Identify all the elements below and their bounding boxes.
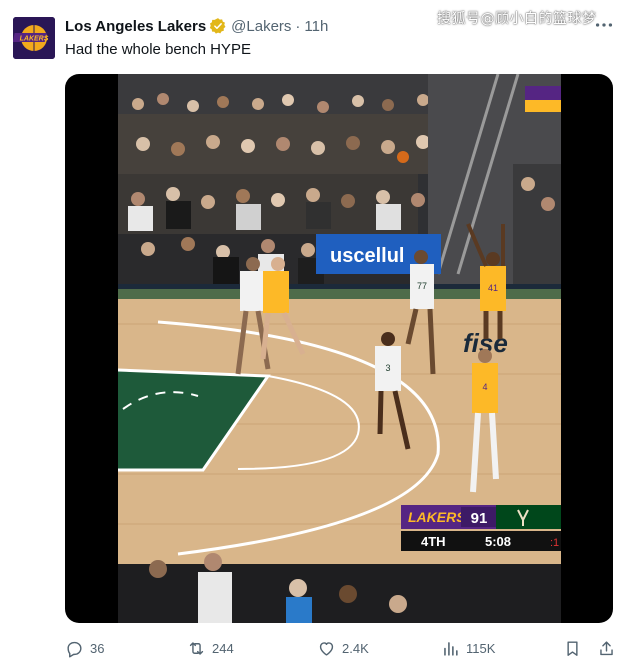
game-footage: uscellul fise 77 41 3 4 LAKERS 91 4TH 5:… [118, 74, 561, 623]
lakers-avatar[interactable]: LAKERS [13, 17, 55, 59]
tweet-header: Los Angeles Lakers @Lakers · 11h [65, 16, 328, 36]
scorebug-home-team: LAKERS [408, 509, 466, 525]
heart-icon [319, 641, 334, 656]
scorebug-quarter: 4TH [421, 534, 446, 549]
verified-badge-icon [209, 18, 226, 34]
separator-dot: · [295, 17, 301, 35]
corner-bug-purple [525, 86, 561, 100]
view-count: 115K [466, 640, 496, 656]
reply-icon [67, 641, 82, 657]
like-count: 2.4K [342, 640, 369, 656]
author-name[interactable]: Los Angeles Lakers [65, 18, 206, 35]
svg-text:3: 3 [385, 363, 390, 373]
author-handle[interactable]: @Lakers [231, 18, 291, 35]
sohu-watermark: 搜狐号@顾小白的篮球梦 [437, 11, 597, 27]
video-player[interactable]: uscellul fise 77 41 3 4 LAKERS 91 4TH 5:… [65, 74, 613, 623]
reply-button[interactable]: 36 [65, 636, 104, 660]
scorebug-shot-clock: :1 [550, 537, 559, 549]
scorebug-home-score: 91 [471, 510, 488, 527]
scorebug: LAKERS 91 4TH 5:08 :1 [401, 505, 561, 551]
views-button[interactable]: 115K [441, 636, 495, 660]
bookmark-button[interactable] [563, 636, 588, 660]
retweet-button[interactable]: 244 [187, 636, 234, 660]
video-frame[interactable]: uscellul fise 77 41 3 4 LAKERS 91 4TH 5:… [118, 74, 561, 623]
tweet-text: Had the whole bench HYPE [65, 41, 251, 58]
svg-text:41: 41 [488, 283, 498, 293]
svg-text:4: 4 [482, 382, 487, 392]
share-button[interactable] [597, 636, 620, 660]
bookmark-icon [567, 640, 578, 656]
corner-bug-gold [525, 100, 561, 112]
arena-sign-text: uscellul [330, 245, 404, 267]
retweet-icon [189, 641, 204, 655]
tweet-actions: 36 244 2.4K 115K [65, 636, 615, 660]
svg-text:LAKERS: LAKERS [20, 36, 49, 43]
reply-count: 36 [90, 640, 105, 656]
basketball [397, 151, 409, 163]
scorebug-clock: 5:08 [485, 534, 511, 549]
share-icon [600, 640, 613, 655]
lakers-logo-icon: LAKERS [13, 17, 55, 59]
like-button[interactable]: 2.4K [317, 636, 369, 660]
tweet[interactable]: LAKERS Los Angeles Lakers @Lakers · 11h … [0, 0, 620, 666]
retweet-count: 244 [212, 640, 234, 656]
analytics-icon [444, 641, 458, 656]
svg-text:77: 77 [417, 281, 427, 291]
more-options-icon[interactable] [593, 14, 615, 36]
tweet-timestamp[interactable]: 11h [304, 18, 328, 35]
